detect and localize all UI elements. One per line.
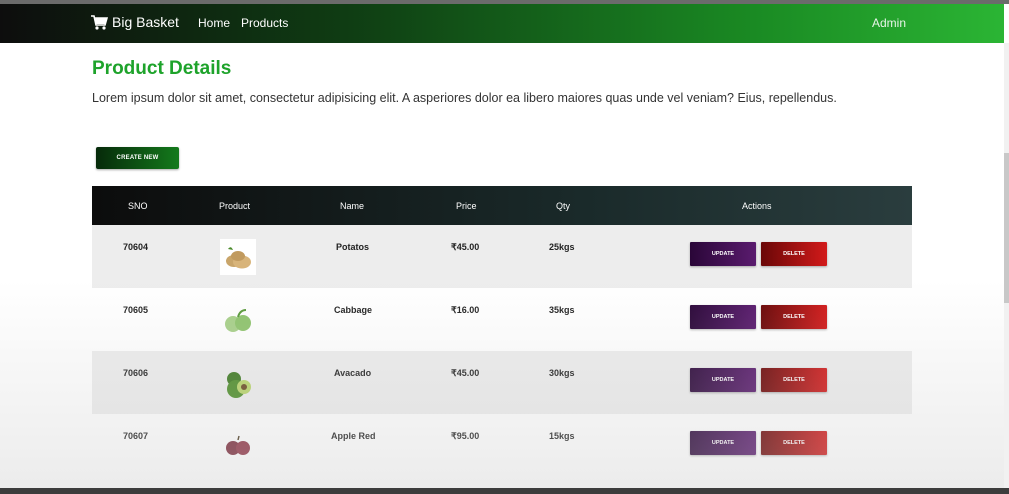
update-button[interactable]: UPDATE [690, 242, 756, 266]
header-price: Price [456, 201, 477, 211]
apple-image [220, 428, 256, 464]
cell-price: ₹45.00 [451, 368, 480, 378]
cell-qty: 25kgs [549, 242, 575, 252]
brand-link[interactable]: Big Basket [91, 14, 179, 30]
cell-price: ₹45.00 [451, 242, 480, 252]
admin-menu[interactable]: Admin [872, 16, 906, 30]
cell-name: Avacado [334, 368, 372, 378]
cell-sno: 70605 [123, 305, 149, 315]
cell-name: Potatos [336, 242, 370, 252]
delete-button[interactable]: DELETE [761, 368, 827, 392]
cell-qty: 30kgs [549, 368, 575, 378]
nav-products-link[interactable]: Products [241, 16, 288, 30]
potato-image [220, 239, 256, 275]
delete-button[interactable]: DELETE [761, 242, 827, 266]
cell-qty: 35kgs [549, 305, 575, 315]
delete-button[interactable]: DELETE [761, 431, 827, 455]
vertical-scrollbar[interactable] [1004, 43, 1009, 494]
table-row: 70606 Avacado ₹45.00 30kgs UPDATE DELETE [92, 351, 912, 414]
table-row: 70607 Apple Red ₹95.00 15kgs UPDATE DELE… [92, 414, 912, 477]
scrollbar-thumb[interactable] [1004, 153, 1009, 303]
header-qty: Qty [556, 201, 571, 211]
products-table: SNO Product Name Price Qty Actions 70604… [92, 186, 912, 477]
shopping-cart-icon [91, 14, 108, 30]
page-title: Product Details [92, 58, 232, 79]
cell-sno: 70604 [123, 242, 149, 252]
update-button[interactable]: UPDATE [690, 305, 756, 329]
cell-name: Apple Red [331, 431, 376, 441]
update-button[interactable]: UPDATE [690, 431, 756, 455]
header-sno: SNO [128, 201, 148, 211]
nav-home-link[interactable]: Home [198, 16, 230, 30]
cell-price: ₹16.00 [451, 305, 480, 315]
cabbage-image [220, 302, 256, 338]
table-row: 70605 Cabbage ₹16.00 35kgs UPDATE DELETE [92, 288, 912, 351]
window-bottom-border [0, 488, 1009, 494]
cell-sno: 70607 [123, 431, 149, 441]
create-new-button[interactable]: CREATE NEW [96, 147, 179, 169]
header-name: Name [340, 201, 365, 211]
cell-price: ₹95.00 [451, 431, 480, 441]
page-description: Lorem ipsum dolor sit amet, consectetur … [92, 91, 837, 105]
update-button[interactable]: UPDATE [690, 368, 756, 392]
navbar: Big Basket Home Products Admin [0, 4, 1004, 43]
header-actions: Actions [742, 201, 772, 211]
cell-name: Cabbage [334, 305, 373, 315]
delete-button[interactable]: DELETE [761, 305, 827, 329]
table-row: 70604 Potatos ₹45.00 25kgs UPDATE DELETE [92, 225, 912, 288]
cell-sno: 70606 [123, 368, 149, 378]
avocado-image [220, 365, 256, 401]
table-header: SNO Product Name Price Qty Actions [92, 186, 912, 225]
header-product: Product [219, 201, 251, 211]
cell-qty: 15kgs [549, 431, 575, 441]
brand-name: Big Basket [112, 14, 179, 30]
